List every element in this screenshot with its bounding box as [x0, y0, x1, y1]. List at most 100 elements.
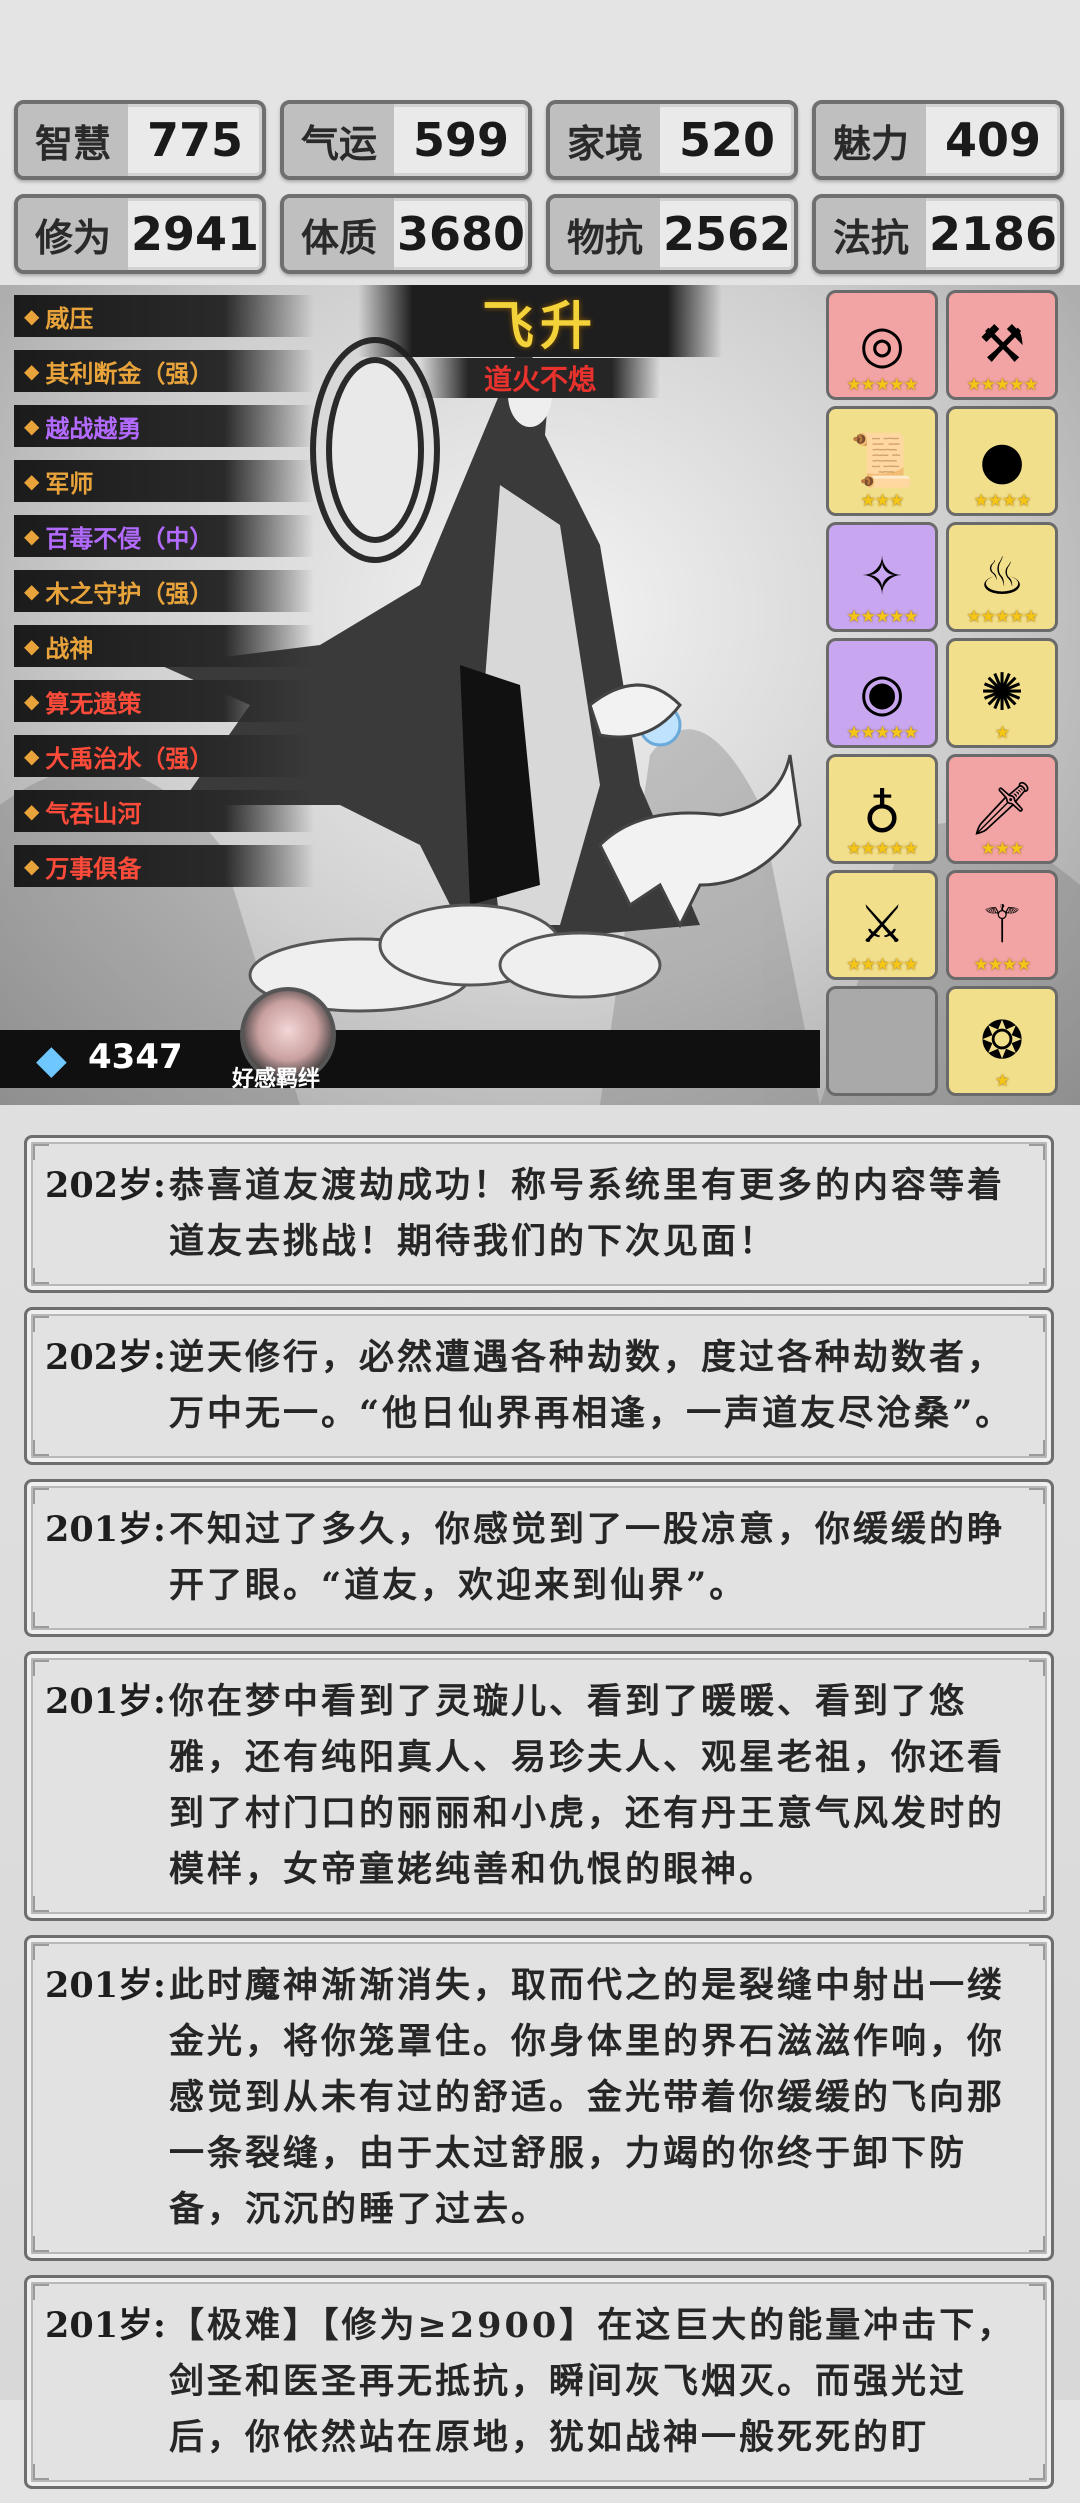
star-rating: ★★★★★ [846, 839, 918, 859]
realm-title: 飞升 [358, 285, 722, 357]
diamond-icon: ◆ [24, 854, 40, 878]
trait-item[interactable]: ◆ 越战越勇 [14, 405, 314, 447]
log-entry: 201岁: 【极难】【修为≥2900】在这巨大的能量冲击下，剑圣和医圣再无抵抗，瞬… [24, 2275, 1054, 2489]
stat-label: 体质 [284, 198, 394, 270]
log-text: 此时魔神渐渐消失，取而代之的是裂缝中射出一缕金光，将你笼罩住。你身体里的界石滋滋… [169, 1965, 1006, 2230]
horn-icon: ♨ [978, 547, 1026, 607]
sword-icon: 🗡 [968, 779, 1035, 839]
star-rating: ★★★★★ [966, 607, 1038, 627]
stat-card: 修为 2941 [14, 194, 266, 274]
equipment-slot[interactable]: ✺ ★ [946, 638, 1058, 748]
equipment-slot[interactable]: ✧ ★★★★★ [826, 522, 938, 632]
stat-label: 气运 [284, 104, 394, 176]
diamond-icon: ◆ [24, 689, 40, 713]
equipment-slot[interactable]: ⚒ ★★★★★ [946, 290, 1058, 400]
star-rating: ★★★★★ [846, 607, 918, 627]
log-age: 201岁: [45, 1509, 166, 1550]
life-log: 202岁: 恭喜道友渡劫成功！称号系统里有更多的内容等着道友去挑战！期待我们的下次… [24, 1135, 1054, 2503]
equipment-slot[interactable]: ⚔ ★★★★★ [826, 870, 938, 980]
trait-item[interactable]: ◆ 威压 [14, 295, 314, 337]
stat-label: 修为 [18, 198, 128, 270]
stat-label: 物抗 [550, 198, 660, 270]
diamond-icon: ◆ [24, 469, 40, 493]
stat-card: 法抗 2186 [812, 194, 1064, 274]
trait-label: 越战越勇 [45, 413, 142, 443]
log-age: 202岁: [45, 1337, 166, 1378]
log-text: 恭喜道友渡劫成功！称号系统里有更多的内容等着道友去挑战！期待我们的下次见面！ [169, 1165, 1006, 1262]
diamond-icon: ◆ [24, 359, 40, 383]
equipment-slot[interactable]: 🗡 ★★★ [946, 754, 1058, 864]
diamond-icon: ◆ [24, 799, 40, 823]
orb-icon: ● [979, 431, 1025, 491]
trait-list: ◆ 威压 ◆ 其利断金（强） ◆ 越战越勇 ◆ 军师 ◆ 百毒不侵（中） ◆ 木之守护（强） ◆ 战神 ◆ 算… [14, 295, 314, 900]
crystal-icon: ◆ [36, 1037, 67, 1083]
star-rating: ★★★★★ [846, 375, 918, 395]
amulet-icon: ✧ [860, 547, 904, 607]
star-rating: ★★★★★ [846, 723, 918, 743]
stat-value: 2562 [662, 207, 792, 261]
trait-item[interactable]: ◆ 战神 [14, 625, 314, 667]
trait-item[interactable]: ◆ 军师 [14, 460, 314, 502]
trait-label: 万事俱备 [45, 853, 142, 883]
trait-label: 百毒不侵（中） [45, 523, 214, 553]
stat-card: 智慧 775 [14, 100, 266, 180]
trait-item[interactable]: ◆ 气吞山河 [14, 790, 314, 832]
stat-card: 体质 3680 [280, 194, 532, 274]
stat-card: 气运 599 [280, 100, 532, 180]
stat-label: 法抗 [816, 198, 926, 270]
trait-label: 气吞山河 [45, 798, 142, 828]
star-rating: ★★★ [860, 491, 905, 511]
log-entry: 202岁: 恭喜道友渡劫成功！称号系统里有更多的内容等着道友去挑战！期待我们的下次… [24, 1135, 1054, 1293]
stat-label: 魅力 [816, 104, 926, 176]
stat-value: 2186 [928, 207, 1058, 261]
equipment-slot[interactable] [826, 986, 938, 1096]
fan-icon: ❂ [980, 1011, 1024, 1071]
trait-item[interactable]: ◆ 算无遗策 [14, 680, 314, 722]
trait-label: 威压 [45, 303, 94, 333]
staff-icon: ⚚ [978, 895, 1026, 955]
stat-value: 3680 [396, 207, 526, 261]
equipment-slot[interactable]: ❂ ★ [946, 986, 1058, 1096]
star-rating: ★★★★ [973, 955, 1032, 975]
dagger-icon: ⚔ [858, 895, 906, 955]
log-age: 201岁: [45, 1681, 166, 1722]
stat-value: 599 [412, 113, 510, 167]
trait-item[interactable]: ◆ 其利断金（强） [14, 350, 314, 392]
log-entry: 202岁: 逆天修行，必然遭遇各种劫数，度过各种劫数者，万中无一。“他日仙界再相逢… [24, 1307, 1054, 1465]
realm-subtitle: 道火不熄 [420, 358, 660, 398]
equipment-slot[interactable]: ◎ ★★★★★ [826, 290, 938, 400]
trait-item[interactable]: ◆ 万事俱备 [14, 845, 314, 887]
mirror-icon: ◎ [859, 315, 905, 375]
log-age: 201岁: [45, 2305, 166, 2346]
equipment-slot[interactable]: ⚚ ★★★★ [946, 870, 1058, 980]
stat-label: 智慧 [18, 104, 128, 176]
trait-item[interactable]: ◆ 大禹治水（强） [14, 735, 314, 777]
trait-label: 大禹治水（强） [45, 743, 214, 773]
diamond-icon: ◆ [24, 524, 40, 548]
star-rating: ★ [994, 1071, 1010, 1091]
equipment-slot[interactable]: ● ★★★★ [946, 406, 1058, 516]
log-age: 202岁: [45, 1165, 166, 1206]
stat-card: 家境 520 [546, 100, 798, 180]
diamond-icon: ◆ [24, 744, 40, 768]
equipment-slot[interactable]: ♁ ★★★★★ [826, 754, 938, 864]
equipment-slot[interactable]: 📜 ★★★ [826, 406, 938, 516]
trait-label: 算无遗策 [45, 688, 142, 718]
trait-label: 木之守护（强） [45, 578, 214, 608]
log-entry: 201岁: 不知过了多久，你感觉到了一股凉意，你缓缓的睁开了眼。“道友，欢迎来到仙… [24, 1479, 1054, 1637]
diamond-icon: ◆ [24, 579, 40, 603]
star-rating: ★★★★★ [846, 955, 918, 975]
trait-label: 其利断金（强） [45, 358, 214, 388]
equipment-slot[interactable]: ♨ ★★★★★ [946, 522, 1058, 632]
trait-item[interactable]: ◆ 木之守护（强） [14, 570, 314, 612]
stat-value: 2941 [130, 207, 260, 261]
stat-card: 物抗 2562 [546, 194, 798, 274]
equipment-slot[interactable]: ◉ ★★★★★ [826, 638, 938, 748]
bond-button-label[interactable]: 好感羁绊 [232, 1061, 320, 1093]
trait-item[interactable]: ◆ 百毒不侵（中） [14, 515, 314, 557]
cauldron-icon: ♁ [862, 779, 901, 839]
hero-scene: ◆ 威压 ◆ 其利断金（强） ◆ 越战越勇 ◆ 军师 ◆ 百毒不侵（中） ◆ 木之守护（强） ◆ 战神 ◆ 算… [0, 285, 1080, 1105]
log-text: 不知过了多久，你感觉到了一股凉意，你缓缓的睁开了眼。“道友，欢迎来到仙界”。 [169, 1509, 1006, 1606]
axe-icon: ⚒ [978, 315, 1026, 375]
stat-label: 家境 [550, 104, 660, 176]
